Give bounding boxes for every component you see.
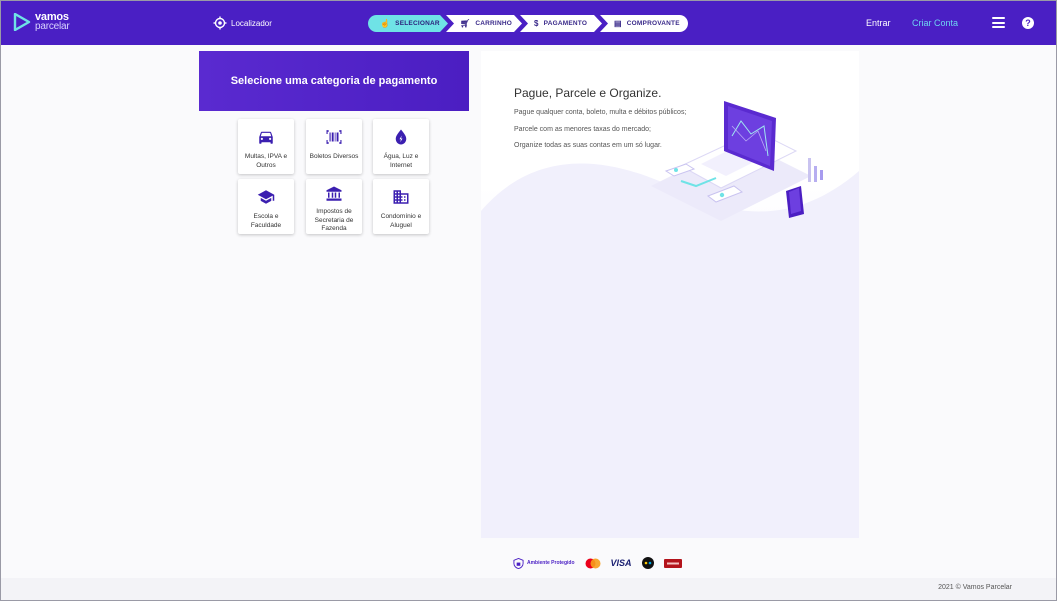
category-label: Boletos Diversos bbox=[309, 153, 359, 160]
signup-link[interactable]: Criar Conta bbox=[912, 18, 958, 28]
login-link[interactable]: Entrar bbox=[866, 18, 891, 28]
building-icon bbox=[393, 190, 409, 204]
hipercard-icon bbox=[663, 558, 682, 568]
category-banner: Selecione uma categoria de pagamento bbox=[199, 51, 469, 111]
step-carrinho[interactable]: 🛒︎ CARRINHO bbox=[446, 15, 522, 32]
crosshair-icon bbox=[213, 16, 227, 30]
logo-play-icon bbox=[13, 13, 31, 31]
touch-icon: ☝ bbox=[380, 19, 391, 28]
promo-line-2: Parcele com as menores taxas do mercado; bbox=[514, 126, 651, 133]
step-selecionar[interactable]: ☝ SELECIONAR bbox=[368, 15, 448, 32]
graduation-cap-icon bbox=[257, 190, 275, 204]
dollar-icon: $ bbox=[534, 19, 539, 28]
footer-bar: 2021 © Vamos Parcelar bbox=[1, 578, 1056, 600]
locator-label: Localizador bbox=[231, 18, 272, 28]
barcode-icon bbox=[326, 130, 342, 144]
receipt-icon: ▤ bbox=[614, 19, 622, 28]
category-label: Multas, IPVA e Outros bbox=[244, 153, 288, 169]
category-impostos[interactable]: Impostos de Secretaria de Fazenda bbox=[306, 179, 362, 234]
mastercard-icon bbox=[585, 558, 601, 568]
promo-panel: Pague, Parcele e Organize. Pague qualque… bbox=[481, 51, 859, 538]
step-label: COMPROVANTE bbox=[626, 20, 680, 27]
shield-lock-icon bbox=[513, 557, 524, 569]
visa-icon: VISA bbox=[610, 558, 632, 568]
car-icon bbox=[259, 131, 273, 144]
logo-text: vamos parcelar bbox=[35, 12, 70, 32]
category-label: Água, Luz e Internet bbox=[383, 153, 419, 169]
step-comprovante[interactable]: ▤ COMPROVANTE bbox=[600, 15, 688, 32]
category-multas[interactable]: Multas, IPVA e Outros bbox=[238, 119, 294, 174]
category-boletos[interactable]: Boletos Diversos bbox=[306, 119, 362, 174]
promo-headline: Pague, Parcele e Organize. bbox=[514, 86, 662, 100]
category-agua-luz[interactable]: Água, Luz e Internet bbox=[373, 119, 429, 174]
category-title: Selecione uma categoria de pagamento bbox=[230, 75, 438, 87]
step-label: SELECIONAR bbox=[395, 20, 440, 27]
checkout-steps: ☝ SELECIONAR 🛒︎ CARRINHO $ PAGAMENTO ▤ C… bbox=[368, 15, 688, 32]
step-pagamento[interactable]: $ PAGAMENTO bbox=[520, 15, 602, 32]
locator-link[interactable]: Localizador bbox=[213, 16, 272, 30]
category-condominio[interactable]: Condomínio e Aluguel bbox=[373, 179, 429, 234]
secure-label: Ambiente Protegido bbox=[527, 560, 575, 566]
secure-badge: Ambiente Protegido bbox=[513, 557, 575, 569]
payment-badges: Ambiente Protegido VISA bbox=[513, 556, 682, 570]
bank-icon bbox=[326, 186, 342, 201]
logo-line-2: parcelar bbox=[35, 21, 70, 32]
cart-icon: 🛒︎ bbox=[460, 19, 471, 28]
top-nav-bar: vamos parcelar Localizador ☝ SELECIONAR … bbox=[1, 1, 1056, 45]
help-icon[interactable]: ? bbox=[1022, 17, 1034, 29]
category-escola[interactable]: Escola e Faculdade bbox=[238, 179, 294, 234]
laptop-illustration bbox=[651, 101, 823, 221]
category-label: Escola e Faculdade bbox=[250, 213, 282, 229]
promo-line-3: Organize todas as suas contas em um só l… bbox=[514, 142, 662, 149]
water-drop-icon bbox=[395, 129, 407, 145]
vamos-parcelar-logo[interactable]: vamos parcelar bbox=[13, 12, 70, 32]
hamburger-menu-icon[interactable] bbox=[992, 17, 1005, 28]
copyright-text: 2021 © Vamos Parcelar bbox=[938, 584, 1012, 591]
step-label: CARRINHO bbox=[475, 20, 512, 27]
category-label: Condomínio e Aluguel bbox=[380, 213, 422, 229]
category-label: Impostos de Secretaria de Fazenda bbox=[314, 208, 354, 232]
elo-icon bbox=[641, 557, 654, 569]
step-label: PAGAMENTO bbox=[543, 20, 588, 27]
